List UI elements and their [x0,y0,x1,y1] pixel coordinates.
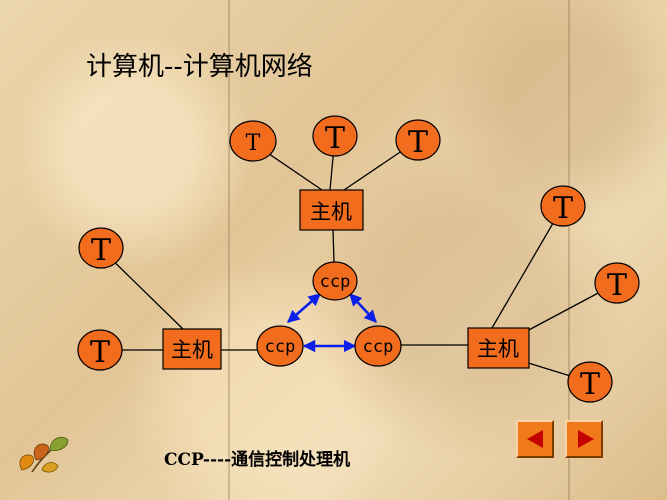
terminal-right-1: T [540,185,586,227]
terminal-top-2-label: T [325,121,345,156]
host-left: 主机 [162,328,222,370]
triangle-right-icon [578,430,594,448]
autumn-leaves-icon [19,436,69,473]
terminal-left-1: T [78,227,124,269]
previous-slide-button[interactable] [516,420,554,458]
terminal-right-3: T [567,361,613,403]
host-top-label: 主机 [310,200,352,224]
ccp-left-label: ccp [265,337,296,357]
ccp-right-label: ccp [363,337,394,357]
terminal-right-1-label: T [553,191,573,226]
terminal-top-1-label: T [246,131,261,156]
ccp-top-label: ccp [320,272,351,292]
terminal-right-2: T [594,262,640,304]
host-right-label: 主机 [477,337,519,361]
slide-title: 计算机--计算机网络 [86,52,313,82]
ccp-left: ccp [256,325,304,367]
terminal-left-2: T [77,329,123,371]
link-host-top-ccp-top [332,229,335,263]
arrow-ccp-top-right [349,293,377,323]
terminal-top-3: T [395,119,441,161]
ccp-right: ccp [354,325,402,367]
terminal-right-3-label: T [580,367,600,402]
host-right: 主机 [467,327,530,369]
arrow-ccp-top-left [287,293,321,323]
terminal-top-3-label: T [408,125,428,160]
triangle-left-icon [527,430,543,448]
host-left-label: 主机 [171,338,213,362]
terminal-left-2-label: T [90,335,110,370]
next-slide-button[interactable] [565,420,603,458]
ccp-top: ccp [312,261,358,301]
terminal-left-1-label: T [91,233,111,268]
slide: 主机 主机 主机 ccp ccp ccp T T T T T T T T 计算机… [0,0,667,500]
host-top: 主机 [299,189,364,231]
terminal-top-1: T [229,120,277,162]
terminal-top-2: T [312,115,358,157]
terminal-right-2-label: T [607,268,627,303]
ccp-caption: CCP----通信控制处理机 [164,450,351,470]
